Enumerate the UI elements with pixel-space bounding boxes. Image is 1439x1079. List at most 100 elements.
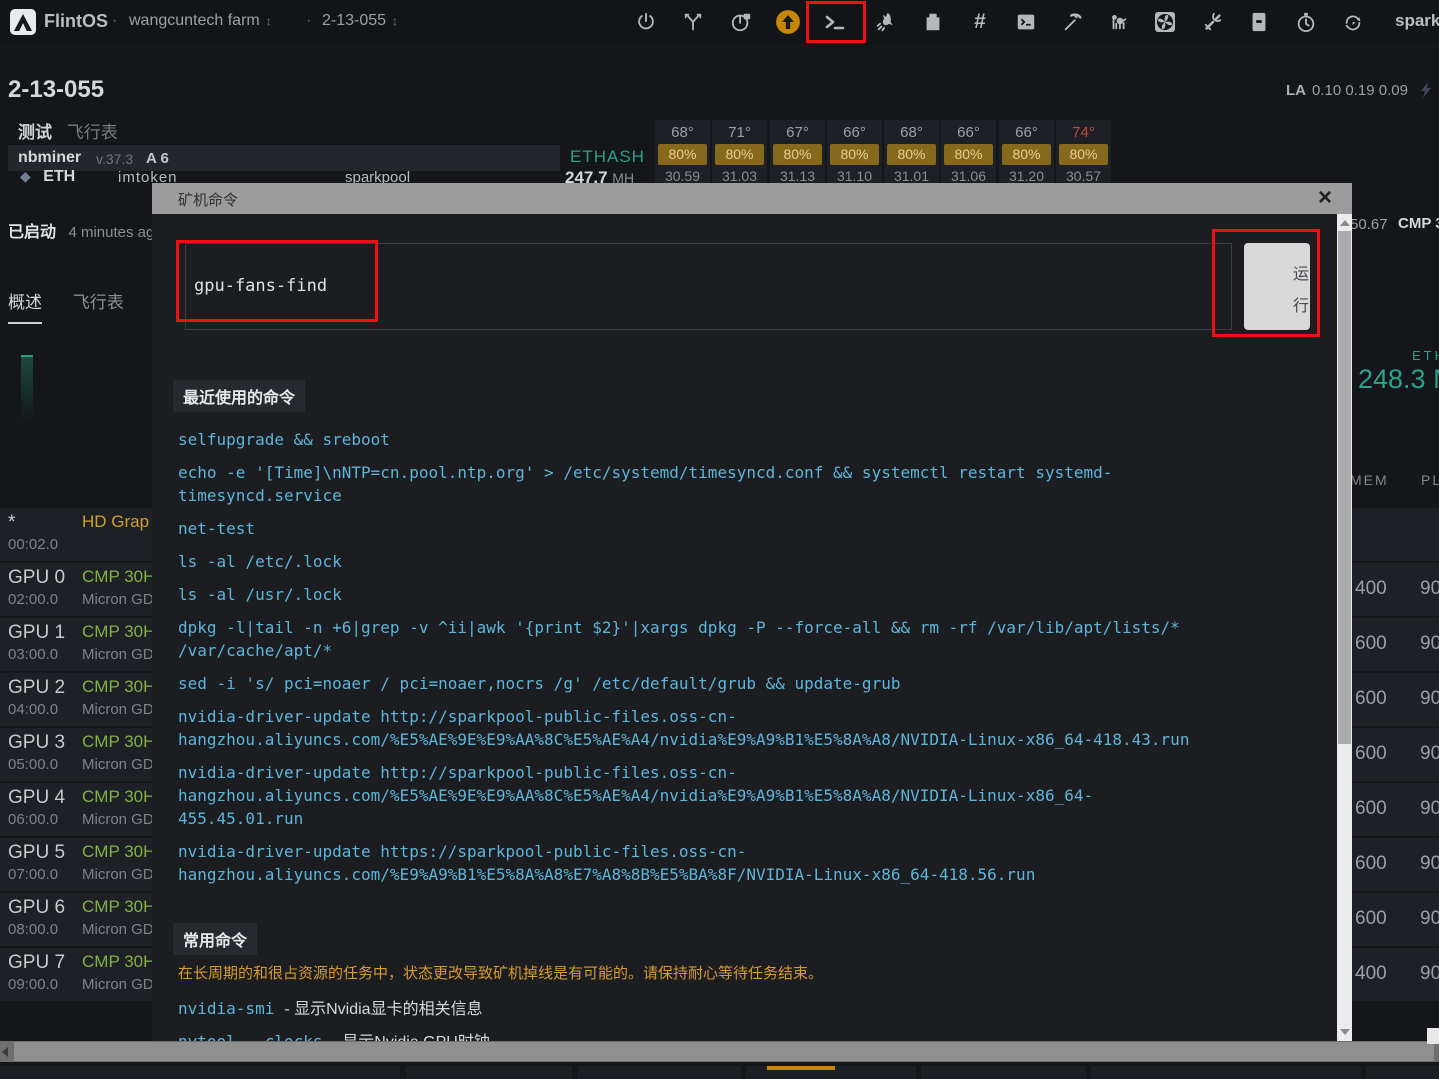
help-description: - 显示Nvidia GPU时钟 [333,1034,490,1041]
miner-name: nbminer [18,149,81,167]
column-header-pl: PL [1421,472,1439,488]
nav-separator: · [306,12,311,30]
farm-selector[interactable]: wangcuntech farm↕ [129,12,272,30]
gpu-memory: Micron GD [82,701,154,718]
tools-icon[interactable] [1199,8,1227,36]
horizontal-scrollbar-thumb[interactable] [14,1042,1434,1061]
watchdog-icon[interactable] [1105,8,1133,36]
uptime-icon[interactable] [727,8,755,36]
top-nav: FlintOS · wangcuntech farm↕ · 2-13-055↕ … [0,0,1439,44]
scrollbar-thumb[interactable] [1338,231,1351,744]
fan-icon[interactable] [1151,8,1179,36]
command-item[interactable]: sed -i 's/ pci=noaer / pci=noaer,nocrs /… [178,672,1198,695]
pickaxe-icon[interactable] [1059,8,1087,36]
command-item[interactable]: dpkg -l|tail -n +6|grep -v ^ii|awk '{pri… [178,616,1198,662]
miner-bar: nbminer v.37.3 A 6 [8,145,560,171]
eth-coin-icon: ◆ [20,168,31,184]
gpu-hashrate: 31.20 [999,168,1054,184]
gpu-name: GPU 6 [8,897,65,919]
command-item[interactable]: selfupgrade && sreboot [178,428,1198,451]
flight-sheet-name[interactable]: 飞行表 [67,123,118,142]
command-item[interactable]: nvidia-driver-update http://sparkpool-pu… [178,705,1198,751]
brand-name: FlintOS [44,11,108,32]
fan-badge: 80% [944,144,993,165]
scroll-left-icon[interactable] [2,1047,8,1057]
flight-sheet-label: 测试 [18,123,52,142]
run-button[interactable]: 运行 [1244,243,1310,330]
command-item[interactable]: nvidia-driver-update http://sparkpool-pu… [178,761,1198,830]
gpu-name: GPU 0 [8,567,65,589]
gpu-temp: 66° [827,124,882,141]
footer-cell [0,1066,400,1079]
gpu-memory: Micron GD [82,756,154,773]
card-minus-icon[interactable] [1245,8,1273,36]
power-limit-value: 90 [1420,688,1439,710]
gpu-model: CMP 30H [82,897,155,917]
bolt-icon [1420,82,1434,98]
fan-badge: 80% [1002,144,1051,165]
hash-icon[interactable]: # [966,8,994,36]
gpu-model: CMP 30H [82,732,155,752]
command-input[interactable]: gpu-fans-find [185,243,1232,330]
horizontal-scrollbar[interactable] [0,1041,1439,1062]
command-item[interactable]: ls -al /usr/.lock [178,583,1198,606]
mem-clock-value: 600 [1355,798,1387,820]
gpu-memory: Micron GD [82,976,154,993]
close-icon[interactable]: × [1318,184,1332,212]
common-commands-title: 常用命令 [173,923,257,955]
fan-badge: 80% [1059,144,1108,165]
gpu-hashrate: 31.13 [770,168,825,184]
updown-icon: ↕ [392,14,398,28]
footer-cell [921,1066,1086,1079]
footer-cell [1366,1066,1439,1079]
recent-commands-list: selfupgrade && sreboot echo -e '[Time]\n… [178,428,1198,896]
gpu-hashrate: 31.06 [941,168,996,184]
scroll-down-icon[interactable] [1340,1029,1350,1035]
upgrade-icon[interactable] [774,8,802,36]
coin-row: ◆ ETH [20,168,75,186]
started-label: 已启动 [8,224,56,241]
mem-clock-value: 400 [1355,963,1387,985]
help-command[interactable]: nvidia-smi [178,999,274,1018]
rocket-icon[interactable] [872,8,900,36]
screen: FlintOS · wangcuntech farm↕ · 2-13-055↕ … [0,0,1439,1079]
gpu-bus-id: 07:00.0 [8,866,58,883]
power-limit-value: 90 [1420,633,1439,655]
gpu-name: GPU 5 [8,842,65,864]
gpu-hashrate: 31.03 [712,168,767,184]
terminal-icon[interactable] [821,8,849,36]
gpu-name: GPU 7 [8,952,65,974]
mem-clock-value: 600 [1355,688,1387,710]
load-average: LA0.10 0.19 0.09 [1286,82,1434,99]
footer-cell [406,1066,572,1079]
command-item[interactable]: nvidia-driver-update https://sparkpool-p… [178,840,1198,886]
gpu-model: CMP 30H [82,842,155,862]
timer-icon[interactable] [1292,8,1320,36]
gpu-name: GPU 2 [8,677,65,699]
modal-scrollbar[interactable] [1337,214,1352,1041]
nav-separator: · [112,12,117,30]
footer-accent-bar [767,1066,835,1070]
sync-icon[interactable] [1339,8,1367,36]
command-item[interactable]: net-test [178,517,1198,540]
modal-header[interactable]: 矿机命令 × [152,183,1352,214]
help-command[interactable]: nvtool --clocks [178,1032,323,1041]
tab-flight-sheet[interactable]: 飞行表 [73,288,124,313]
flintos-logo-icon[interactable] [10,9,36,35]
tab-overview[interactable]: 概述 [8,288,42,324]
worker-selector[interactable]: 2-13-055↕ [322,12,398,30]
network-port-icon[interactable] [919,8,947,36]
accepted-shares: A 6 [146,150,169,167]
power-icon[interactable] [632,8,660,36]
command-item[interactable]: echo -e '[Time]\nNTP=cn.pool.ntp.org' > … [178,461,1198,507]
fork-icon[interactable] [679,8,707,36]
started-status: 已启动 4 minutes ago [8,218,163,242]
gpu-hashrate: 31.10 [827,168,882,184]
gpu-bus-id: 00:02.0 [8,536,58,553]
gpu-hashrate: 30.57 [1056,168,1111,184]
page-title: 2-13-055 [8,76,104,104]
console-window-icon[interactable] [1012,8,1040,36]
mem-clock-value: 600 [1355,908,1387,930]
scroll-up-icon[interactable] [1340,220,1350,226]
command-item[interactable]: ls -al /etc/.lock [178,550,1198,573]
